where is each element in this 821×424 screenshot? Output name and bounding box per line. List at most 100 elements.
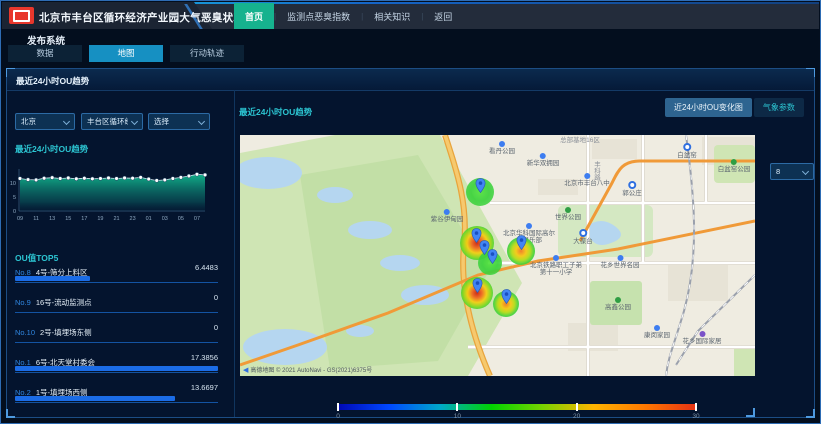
map-button-0[interactable]: 近24小时OU变化图 xyxy=(665,98,752,117)
svg-text:5: 5 xyxy=(13,195,16,201)
poi-icon xyxy=(553,255,559,261)
map-label: 北京铁路职工子弟第十一小学 xyxy=(528,255,584,276)
top5-bar-fill xyxy=(15,396,175,401)
map-pin-icon[interactable] xyxy=(487,249,498,269)
nav-item-1[interactable]: 监测点恶臭指数 xyxy=(276,3,361,29)
top5-row: No.84号-筛分上料区6.4483 xyxy=(15,262,218,292)
publish-tab-1[interactable]: 地图 xyxy=(89,45,163,62)
dashboard-root: 北京市丰台区循环经济产业园大气恶臭状况实时 首页|监测点恶臭指数|相关知识|返回… xyxy=(0,0,821,424)
top5-value: 0 xyxy=(214,323,218,332)
main-nav: 首页|监测点恶臭指数|相关知识|返回 xyxy=(234,3,463,29)
map-label: 丰科路 xyxy=(593,161,600,181)
park-icon xyxy=(615,297,621,303)
map-side-select[interactable]: 8 xyxy=(770,163,814,180)
map-button-1[interactable]: 气象参数 xyxy=(754,98,804,117)
trend-chart: 0510091113151719212301030507 xyxy=(7,164,219,228)
scale-tick-label: 10 xyxy=(454,413,461,420)
svg-text:0: 0 xyxy=(13,209,16,215)
poi-icon xyxy=(444,209,450,215)
city-select[interactable]: 北京 xyxy=(15,113,75,130)
svg-text:01: 01 xyxy=(146,216,152,222)
map-pin-icon[interactable] xyxy=(501,289,512,309)
scale-corner-accent xyxy=(746,408,755,417)
park-icon xyxy=(565,207,571,213)
svg-text:19: 19 xyxy=(97,216,103,222)
map-label: 大葆台 xyxy=(573,229,593,245)
main-panel: 最近24小时OU趋势 北京 丰台区循环经济产 选择 最近24小时OU趋势 051… xyxy=(6,68,815,418)
map-label: 新华双拥园 xyxy=(527,153,560,167)
svg-text:11: 11 xyxy=(33,216,39,222)
poi-icon xyxy=(540,153,546,159)
svg-text:10: 10 xyxy=(10,181,16,187)
scale-tick-label: 30 xyxy=(692,413,699,420)
nav-item-0[interactable]: 首页 xyxy=(234,3,274,29)
svg-text:17: 17 xyxy=(81,216,87,222)
svg-text:23: 23 xyxy=(130,216,136,222)
color-scale-bar xyxy=(338,404,696,410)
app-logo-glyph xyxy=(13,10,30,22)
map-label: 郭公庄 xyxy=(622,181,642,197)
map-attribution: ◀ 高德地图 © 2021 AutoNavi - GS(2021)6375号 xyxy=(243,365,372,374)
top5-bar-track xyxy=(15,396,218,403)
scale-tick-label: 0 xyxy=(336,413,340,420)
park-icon xyxy=(731,159,737,165)
map-label: 康闵家园 xyxy=(644,325,670,339)
top5-bar-track xyxy=(15,336,218,343)
corner-accent-br xyxy=(806,409,815,418)
map-pin-icon[interactable] xyxy=(516,235,527,255)
metro-icon xyxy=(628,181,636,189)
poi-icon xyxy=(654,325,660,331)
map-label: 花乡世界名园 xyxy=(601,255,640,269)
top5-bar-fill xyxy=(15,366,218,371)
chevron-down-icon xyxy=(802,168,809,175)
publish-tab-0[interactable]: 数据 xyxy=(8,45,82,62)
map-label: 紫谷伊甸园 xyxy=(431,209,464,223)
metro-icon xyxy=(579,229,587,237)
panel-header: 最近24小时OU趋势 xyxy=(7,69,814,91)
mall-icon xyxy=(699,331,705,337)
app-logo xyxy=(9,7,34,24)
station-select-value: 选择 xyxy=(154,116,169,127)
svg-text:15: 15 xyxy=(65,216,71,222)
top-bar: 北京市丰台区循环经济产业园大气恶臭状况实时 首页|监测点恶臭指数|相关知识|返回 xyxy=(2,2,819,29)
poi-icon xyxy=(526,223,532,229)
metro-icon xyxy=(683,143,691,151)
column-divider xyxy=(234,90,235,417)
svg-text:03: 03 xyxy=(162,216,168,222)
top5-value: 17.3856 xyxy=(191,353,218,362)
scale-tick-label: 20 xyxy=(573,413,580,420)
svg-text:09: 09 xyxy=(17,216,23,222)
map-pin-icon[interactable] xyxy=(475,178,486,198)
map-attribution-text: 高德地图 © 2021 AutoNavi - GS(2021)6375号 xyxy=(250,365,372,374)
scale-tick xyxy=(695,403,697,411)
top5-row: No.916号-流动监测点0 xyxy=(15,292,218,322)
map-label: 总部基地16区 xyxy=(560,137,600,144)
top5-list: No.84号-筛分上料区6.4483No.916号-流动监测点0No.102号-… xyxy=(15,262,218,412)
poi-icon xyxy=(617,255,623,261)
top5-row: No.21号-填埋场西侧13.6697 xyxy=(15,382,218,412)
map-pin-icon[interactable] xyxy=(472,278,483,298)
autonavi-logo-icon: ◀ xyxy=(243,366,248,374)
corner-accent-bl xyxy=(6,409,15,418)
poi-icon xyxy=(584,173,590,179)
map-buttons: 近24小时OU变化图气象参数 xyxy=(665,98,804,117)
district-select[interactable]: 丰台区循环经济产 xyxy=(81,113,143,130)
nav-item-2[interactable]: 相关知识 xyxy=(363,3,421,29)
map-label: 北京市丰台八中 xyxy=(564,173,610,187)
app-title: 北京市丰台区循环经济产业园大气恶臭状况实时 xyxy=(39,10,266,25)
scale-tick xyxy=(576,403,578,411)
scale-tick xyxy=(337,403,339,411)
map-label: 花乡国际家居 xyxy=(683,331,722,345)
ou-color-scale: 0 10 20 30 xyxy=(338,404,696,422)
nav-item-3[interactable]: 返回 xyxy=(423,3,463,29)
map-label: 白盆窑 xyxy=(677,143,697,159)
station-select[interactable]: 选择 xyxy=(148,113,210,130)
svg-text:07: 07 xyxy=(194,216,200,222)
map-canvas[interactable]: 看丹公园新华双拥园总部基地16区白盆窑白盆窑公园北京市丰台八中郭公庄丰科路紫谷伊… xyxy=(240,135,755,376)
chevron-down-icon xyxy=(131,118,138,125)
top5-bar-track xyxy=(15,366,218,373)
map-label: 白盆窑公园 xyxy=(718,159,751,173)
city-select-value: 北京 xyxy=(21,116,36,127)
publish-tab-2[interactable]: 行动轨迹 xyxy=(170,45,244,62)
top5-value: 6.4483 xyxy=(195,263,218,272)
